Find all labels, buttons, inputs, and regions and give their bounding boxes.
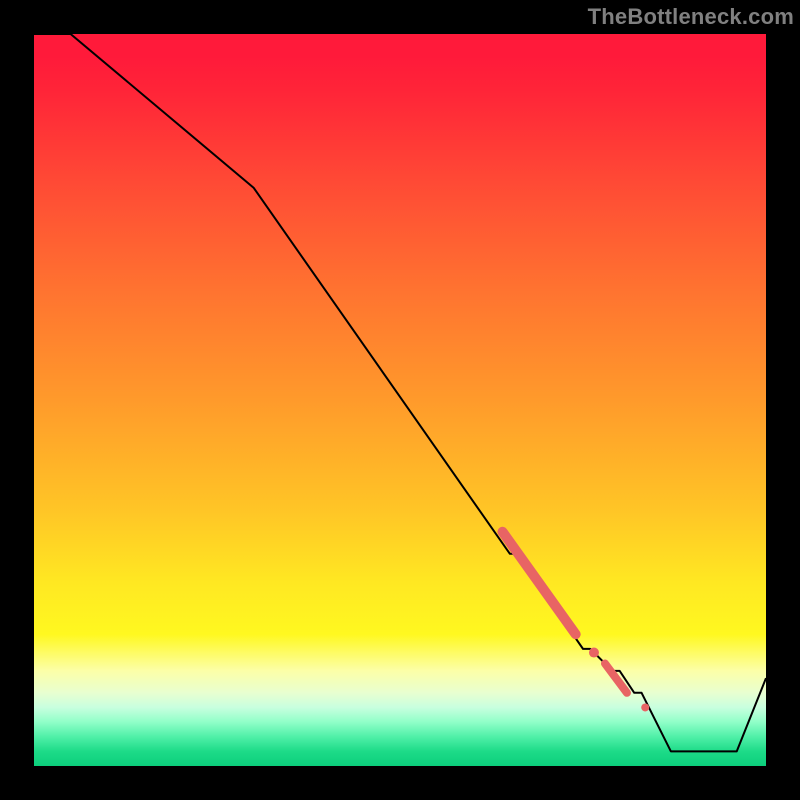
marker-dot [589,648,599,658]
gradient-plot-area [34,34,766,766]
marker-segment [502,532,575,634]
chart-svg [34,34,766,766]
watermark-label: TheBottleneck.com [588,4,794,30]
highlight-markers [502,532,649,712]
bottleneck-curve-line [34,34,766,751]
marker-dot [641,703,649,711]
